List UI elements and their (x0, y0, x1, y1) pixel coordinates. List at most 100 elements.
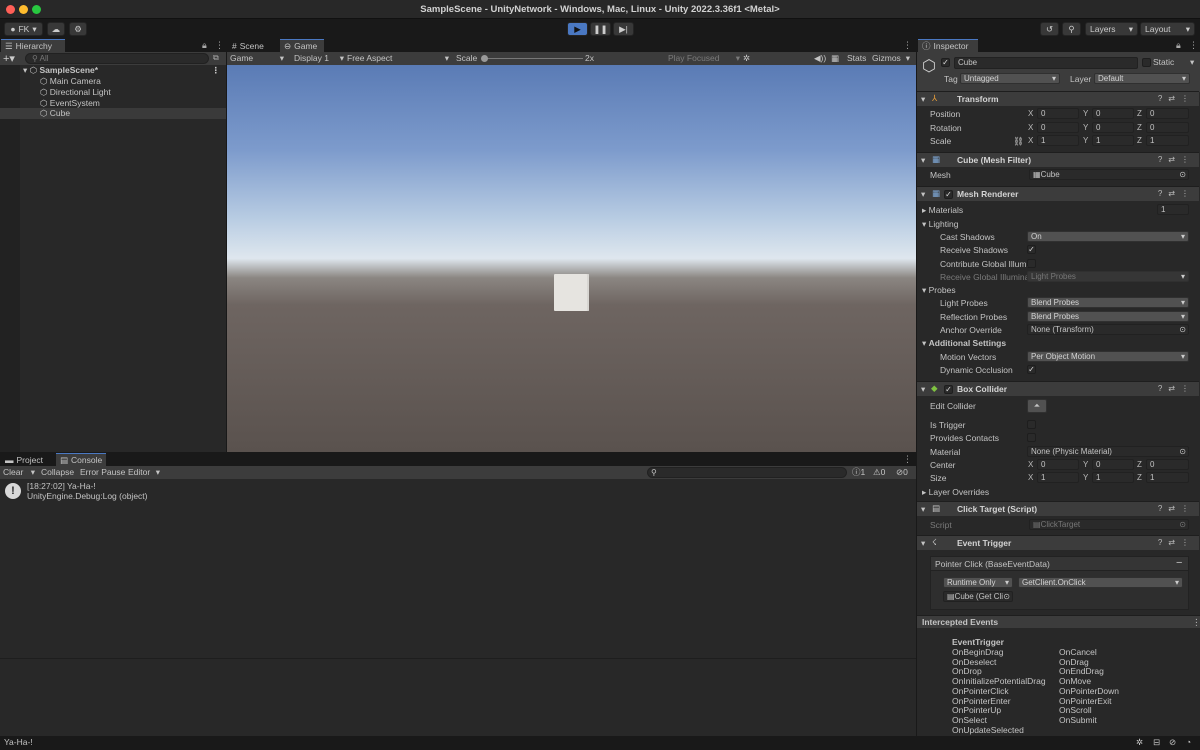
clear-dropdown[interactable]: Clear ▾ (3, 467, 35, 478)
chevron-down-icon[interactable]: ▾ (1190, 57, 1194, 68)
position-y-input[interactable]: 0 (1092, 108, 1134, 119)
intercepted-events-header[interactable]: Intercepted Events ⋮ (917, 615, 1200, 628)
tab-scene[interactable]: # Scene (228, 39, 272, 52)
static-checkbox[interactable] (1142, 58, 1151, 67)
hierarchy-item-cube[interactable]: ⬡ Cube (0, 108, 226, 119)
reflection-probes-dropdown[interactable]: Blend Probes (1027, 311, 1189, 322)
network-icon[interactable]: ⊘ (1169, 737, 1176, 748)
scale-x-input[interactable]: 1 (1037, 135, 1079, 146)
mesh-field[interactable]: ▦Cube ⊙ (1029, 169, 1189, 180)
stats-button[interactable]: Stats (847, 53, 869, 64)
more-options-icon[interactable]: ⋮ (903, 454, 912, 465)
pause-button[interactable]: ❚❚ (590, 22, 611, 36)
tag-dropdown[interactable]: Untagged (960, 73, 1060, 84)
runtime-dropdown[interactable]: Runtime Only (943, 577, 1013, 588)
scale-y-input[interactable]: 1 (1092, 135, 1134, 146)
display-dropdown[interactable]: Display 1 ▾ (294, 53, 344, 64)
keyboard-icon[interactable]: ▦ (831, 53, 843, 64)
more-options-icon[interactable]: ⋮ (903, 40, 912, 51)
more-options-icon[interactable]: ⋮ (1192, 617, 1200, 628)
component-actions[interactable]: ?⇄⋮ (1158, 155, 1195, 164)
center-x-input[interactable]: 0 (1037, 459, 1079, 470)
lock-icon[interactable]: 🔒︎ (202, 40, 207, 51)
tab-inspector[interactable]: ⓘ Inspector (918, 39, 978, 52)
tab-console[interactable]: ▤ Console (56, 453, 106, 466)
size-z-input[interactable]: 1 (1146, 472, 1189, 483)
physic-material-field[interactable]: None (Physic Material) ⊙ (1027, 446, 1189, 457)
cloud-button[interactable]: ☁ (47, 22, 65, 36)
component-actions[interactable]: ?⇄⋮ (1158, 94, 1195, 103)
undo-history-button[interactable]: ↺ (1040, 22, 1059, 36)
game-viewport[interactable] (227, 65, 916, 452)
tab-game[interactable]: ⊖ Game (280, 39, 324, 52)
component-actions[interactable]: ?⇄⋮ (1158, 384, 1195, 393)
bug-icon[interactable]: ✲ (1136, 737, 1143, 748)
layout-dropdown[interactable]: Layout ▾ (1140, 22, 1195, 36)
rotation-x-input[interactable]: 0 (1037, 122, 1079, 133)
layers-dropdown[interactable]: Layers ▾ (1085, 22, 1138, 36)
target-object-field[interactable]: ▤Cube (Get Cli ⊙ (943, 591, 1013, 602)
progress-icon[interactable]: ◔ (1186, 737, 1191, 748)
status-message[interactable]: Ya-Ha-! (4, 737, 33, 748)
layer-dropdown[interactable]: Default (1094, 73, 1190, 84)
motion-vectors-dropdown[interactable]: Per Object Motion (1027, 351, 1189, 362)
cube-object[interactable] (554, 274, 589, 311)
play-button[interactable]: ▶ (567, 22, 588, 36)
more-options-icon[interactable]: ⋮ (1189, 40, 1198, 51)
mesh-filter-header[interactable]: ▾ ▦ Cube (Mesh Filter) ?⇄⋮ (917, 152, 1199, 167)
rotation-z-input[interactable]: 0 (1146, 122, 1189, 133)
lock-icon[interactable]: 🔒︎ (1176, 40, 1181, 51)
scene-root[interactable]: ▾ ⬡ SampleScene* ⋮ (23, 65, 226, 76)
layer-overrides-foldout[interactable]: ▸ Layer Overrides (922, 487, 989, 498)
search-button[interactable]: ⚲ (1062, 22, 1081, 36)
lighting-foldout[interactable]: ▾ Lighting (922, 219, 958, 230)
probes-foldout[interactable]: ▾ Probes (922, 285, 956, 296)
hierarchy-search-input[interactable]: ⚲ All (25, 53, 209, 64)
scale-slider[interactable] (483, 58, 583, 59)
console-divider[interactable] (0, 658, 916, 659)
click-target-header[interactable]: ▾ ▤ Click Target (Script) ?⇄⋮ (917, 501, 1199, 516)
rotation-y-input[interactable]: 0 (1092, 122, 1134, 133)
size-y-input[interactable]: 1 (1092, 472, 1134, 483)
center-z-input[interactable]: 0 (1146, 459, 1189, 470)
account-dropdown[interactable]: ● FK ▾ (4, 22, 43, 36)
filter-icon[interactable]: ⧉ (213, 53, 219, 63)
bug-icon[interactable]: ✲ (743, 53, 755, 64)
transform-header[interactable]: ▾ ⅄ Transform ?⇄⋮ (917, 91, 1199, 106)
edit-collider-button[interactable]: ⏶ (1027, 399, 1047, 413)
play-focused-dropdown[interactable]: Play Focused ▾ (668, 53, 740, 64)
services-button[interactable]: ⚙ (69, 22, 87, 36)
additional-settings-foldout[interactable]: ▾ Additional Settings (922, 338, 1006, 349)
object-name-input[interactable]: Cube (954, 57, 1138, 69)
center-y-input[interactable]: 0 (1092, 459, 1134, 470)
mute-audio-icon[interactable]: ◀)) (814, 53, 826, 64)
warning-filter-toggle[interactable]: ⚠0 (873, 467, 891, 478)
more-options-icon[interactable]: ⋮ (215, 40, 224, 51)
remove-event-button[interactable]: − (1176, 557, 1182, 569)
hierarchy-item-main-camera[interactable]: ⬡ Main Camera (40, 76, 226, 87)
scale-slider-handle[interactable] (481, 55, 488, 62)
info-filter-toggle[interactable]: ⓘ1 (852, 467, 870, 478)
anchor-override-field[interactable]: None (Transform) ⊙ (1027, 324, 1189, 335)
receive-shadows-checkbox[interactable]: ✓ (1027, 245, 1036, 254)
function-dropdown[interactable]: GetClient.OnClick (1018, 577, 1183, 588)
light-probes-dropdown[interactable]: Blend Probes (1027, 297, 1189, 308)
box-collider-enabled-checkbox[interactable]: ✓ (944, 385, 953, 394)
component-actions[interactable]: ?⇄⋮ (1158, 504, 1195, 513)
gizmos-dropdown[interactable]: Gizmos ▾ (872, 53, 912, 64)
component-actions[interactable]: ?⇄⋮ (1158, 189, 1195, 198)
contribute-gi-checkbox[interactable] (1027, 259, 1036, 268)
dynamic-occlusion-checkbox[interactable]: ✓ (1027, 365, 1036, 374)
event-trigger-header[interactable]: ▾ ☇ Event Trigger ?⇄⋮ (917, 535, 1199, 550)
add-object-button[interactable]: +▾ (3, 52, 15, 65)
is-trigger-checkbox[interactable] (1027, 420, 1036, 429)
aspect-dropdown[interactable]: Free Aspect ▾ (347, 53, 451, 64)
position-x-input[interactable]: 0 (1037, 108, 1079, 119)
link-icon[interactable]: ⛓ (1013, 136, 1024, 147)
scale-z-input[interactable]: 1 (1146, 135, 1189, 146)
cache-icon[interactable]: ⊟ (1153, 737, 1160, 748)
hierarchy-item-directional-light[interactable]: ⬡ Directional Light (40, 87, 226, 98)
box-collider-header[interactable]: ▾ ◆ ✓ Box Collider ?⇄⋮ (917, 381, 1199, 396)
step-button[interactable]: ▶| (613, 22, 634, 36)
size-x-input[interactable]: 1 (1037, 472, 1079, 483)
